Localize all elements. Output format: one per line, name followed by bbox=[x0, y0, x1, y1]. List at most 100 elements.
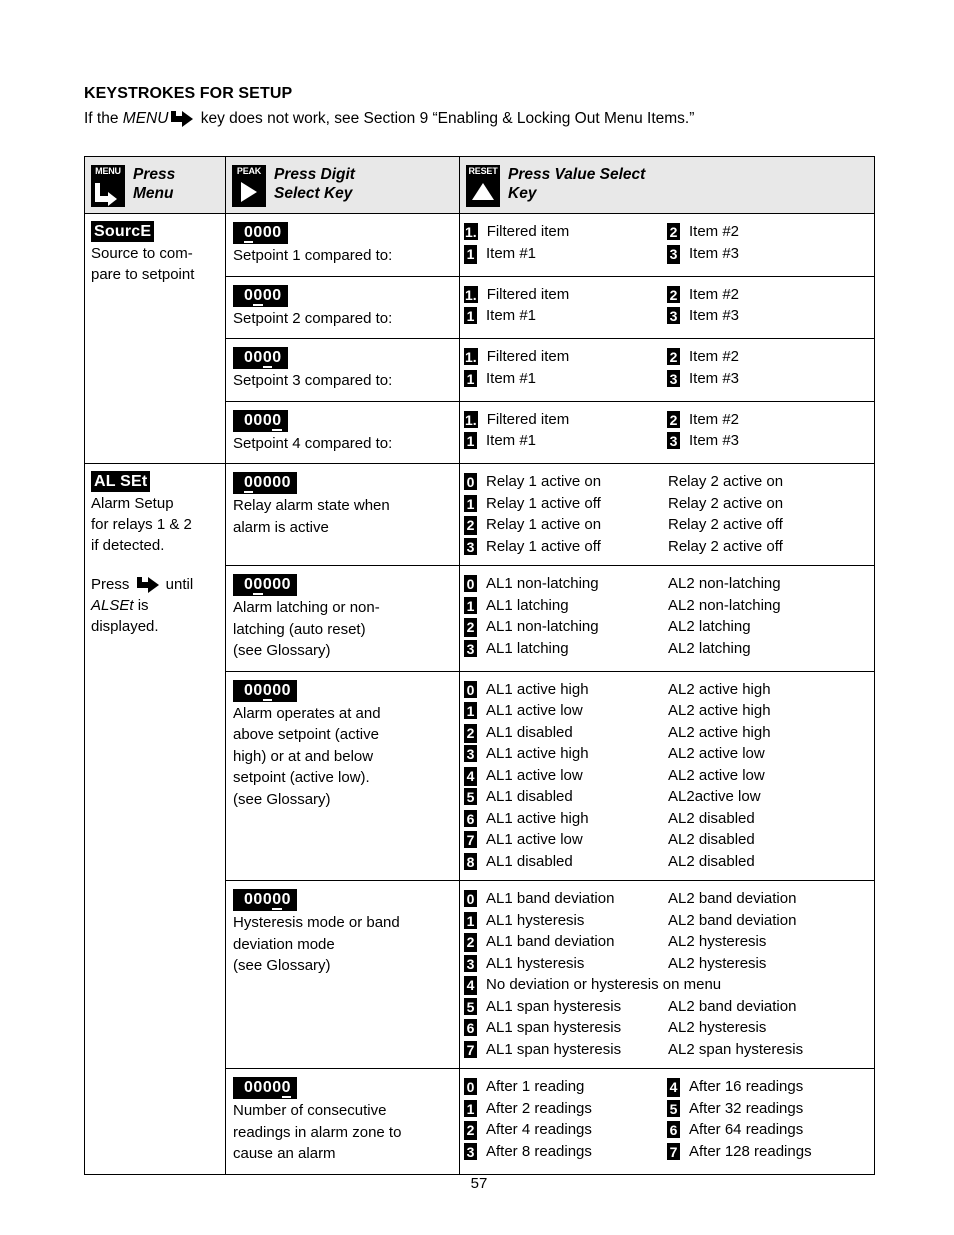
value-option-label-right: AL2 latching bbox=[668, 639, 751, 657]
value-option-label: Item #3 bbox=[689, 244, 740, 262]
value-option-label: Item #3 bbox=[689, 307, 740, 324]
value-option: 4 No deviation or hysteresis on menu bbox=[464, 974, 870, 996]
display-digit: 0 bbox=[281, 891, 292, 908]
display-digit: 0 bbox=[272, 224, 282, 241]
value-badge: 0 bbox=[464, 1078, 477, 1095]
value-option-label-right: Relay 2 active off bbox=[668, 516, 783, 533]
table-header-row: MENU Press Menu PEAK Press Digit Select Key RE… bbox=[84, 156, 875, 214]
value-badge: 8 bbox=[464, 852, 477, 870]
value-badge: 3 bbox=[464, 954, 477, 972]
value-badge: 1 bbox=[464, 410, 478, 428]
value-option-label-left: Relay 1 active off bbox=[486, 537, 601, 555]
menu-group-cell: AL SEt Alarm Setup for relays 1 & 2 if dete… bbox=[84, 463, 226, 1175]
parameter-description: Alarm operates at and above setpoint (act… bbox=[233, 704, 381, 808]
value-option: 7 AL1 active low AL2 disabled bbox=[464, 829, 870, 851]
digit-select-cell: 00000 Alarm latching or non-latching (aut… bbox=[225, 565, 460, 672]
display-digit: 0 bbox=[244, 474, 254, 493]
page-title: KEYSTROKES FOR SETUP bbox=[84, 85, 293, 102]
value-badge: 1 bbox=[464, 911, 477, 929]
seven-segment-display: 0000 bbox=[233, 284, 288, 307]
digit-select-cell: 0000 Setpoint 1 compared to: bbox=[225, 213, 460, 277]
value-option-label-right: AL2 hysteresis bbox=[668, 1019, 767, 1036]
value-option-label-left: Relay 1 active on bbox=[486, 473, 602, 490]
value-badge: 0 bbox=[464, 473, 477, 490]
value-option-label-left: AL1 span hysteresis bbox=[486, 997, 622, 1015]
note-menu-name: ALSEt bbox=[91, 597, 134, 614]
display-digit: 0 bbox=[262, 349, 273, 368]
value-option-label: Item #2 bbox=[689, 285, 740, 303]
value-option-label-right: AL2 disabled bbox=[668, 809, 755, 827]
keycap-menu: MENU bbox=[91, 164, 125, 207]
value-badge: 3 bbox=[464, 537, 477, 555]
value-option-label: After 64 readings bbox=[689, 1121, 804, 1138]
keystrokes-table: MENU Press Menu PEAK Press Digit Select Key RE… bbox=[84, 156, 875, 1175]
value-option-label-left: AL1 disabled bbox=[486, 723, 573, 741]
value-option-label-left: AL1 non-latching bbox=[486, 618, 599, 635]
value-option-label: Item #3 bbox=[689, 369, 740, 387]
value-option: 3 Item #3 bbox=[667, 305, 739, 327]
value-option: 3 Relay 1 active off Relay 2 active off bbox=[464, 536, 870, 558]
value-option: 1 Item #1 bbox=[464, 243, 667, 265]
value-option: 1 Item #1 bbox=[464, 368, 667, 390]
value-badge: 3 bbox=[667, 432, 680, 449]
value-option: 7 AL1 span hysteresis AL2 span hysteresis bbox=[464, 1039, 870, 1061]
value-badge: 3 bbox=[464, 1142, 477, 1160]
value-badge: 5 bbox=[667, 1099, 680, 1117]
value-option-label-right: AL2 non-latching bbox=[668, 575, 781, 592]
value-option-label: After 4 readings bbox=[486, 1121, 592, 1138]
value-select-cell: 0 Relay 1 active on Relay 2 active on 1 Rela… bbox=[459, 463, 875, 566]
display-digit: 0 bbox=[244, 891, 254, 908]
play-triangle-icon bbox=[232, 180, 266, 204]
head-cell-digit-select: PEAK Press Digit Select Key bbox=[225, 156, 460, 214]
value-badge: 7 bbox=[464, 831, 477, 848]
value-option: 1 Item #1 bbox=[464, 305, 667, 327]
value-option: 1 Filtered item bbox=[464, 409, 667, 431]
display-digit: 0 bbox=[272, 891, 282, 910]
value-badge: 1 bbox=[464, 596, 477, 614]
menu-arrow-icon bbox=[91, 180, 125, 206]
display-digit: 0 bbox=[262, 224, 273, 241]
value-option-label-right: AL2 disabled bbox=[668, 852, 755, 870]
digit-select-cell: 00000 Alarm operates at and above setpoint… bbox=[225, 670, 460, 881]
value-badge: 1 bbox=[464, 307, 477, 324]
display-digit: 0 bbox=[253, 1079, 263, 1096]
digit-select-cell: 00000 Relay alarm state when alarm is acti… bbox=[225, 463, 460, 566]
menu-group-cell: SourcE Source to com-pare to setpoint bbox=[84, 213, 226, 464]
display-digit: 0 bbox=[244, 224, 254, 243]
value-option: 1 AL1 latching AL2 non-latching bbox=[464, 595, 870, 617]
value-option-label-right: AL2 hysteresis bbox=[668, 954, 767, 972]
value-option: 2 AL1 non-latching AL2 latching bbox=[464, 616, 870, 638]
value-option: 0 AL1 active high AL2 active high bbox=[464, 679, 870, 701]
value-option: 2 Item #2 bbox=[667, 284, 739, 306]
value-option: 2 Item #2 bbox=[667, 346, 739, 368]
value-option: 1 AL1 active low AL2 active high bbox=[464, 700, 870, 722]
subtitle-before: If the bbox=[84, 110, 123, 127]
digit-select-cell: 00000 Number of consecutive readings in al… bbox=[225, 1068, 460, 1175]
value-badge: 0 bbox=[464, 575, 477, 592]
value-option-label-left: AL1 active high bbox=[486, 745, 589, 762]
display-digit: 0 bbox=[262, 286, 273, 304]
value-option-label: After 1 reading bbox=[486, 1078, 585, 1095]
parameter-description: Setpoint 4 compared to: bbox=[233, 434, 393, 452]
value-select-cell: 0 AL1 band deviation AL2 band deviation 1 AL… bbox=[459, 880, 875, 1069]
display-digit: 0 bbox=[272, 286, 282, 304]
value-select-cell: 0 AL1 non-latching AL2 non-latching 1 AL1 la… bbox=[459, 565, 875, 672]
value-option: 1 After 2 readings bbox=[464, 1098, 667, 1120]
value-option: 3 Item #3 bbox=[667, 368, 739, 390]
value-option: 6 After 64 readings bbox=[667, 1119, 812, 1141]
value-option-label-left: AL1 disabled bbox=[486, 788, 573, 805]
value-badge: 2 bbox=[667, 348, 680, 365]
manual-page: KEYSTROKES FOR SETUP If the MENU key doe… bbox=[84, 0, 875, 1235]
seven-segment-display: 0000 bbox=[233, 222, 288, 244]
menu-note: Press until ALSEt is displayed. bbox=[91, 576, 194, 635]
value-badge: 2 bbox=[464, 933, 477, 952]
parameter-description: Number of consecutive readings in alarm z… bbox=[233, 1102, 402, 1162]
value-option: 6 AL1 active high AL2 disabled bbox=[464, 808, 870, 830]
table-body: MENU Press Menu PEAK Press Digit Select Key RE… bbox=[84, 156, 875, 1175]
value-badge: 3 bbox=[464, 745, 477, 762]
value-option-label: Item #1 bbox=[486, 307, 537, 324]
value-option: 1 Filtered item bbox=[464, 346, 667, 368]
value-badge: 1 bbox=[464, 1099, 477, 1117]
value-option-label: Item #2 bbox=[689, 410, 740, 428]
head-cell-value-select: RESET Press Value Select Key bbox=[459, 156, 875, 214]
